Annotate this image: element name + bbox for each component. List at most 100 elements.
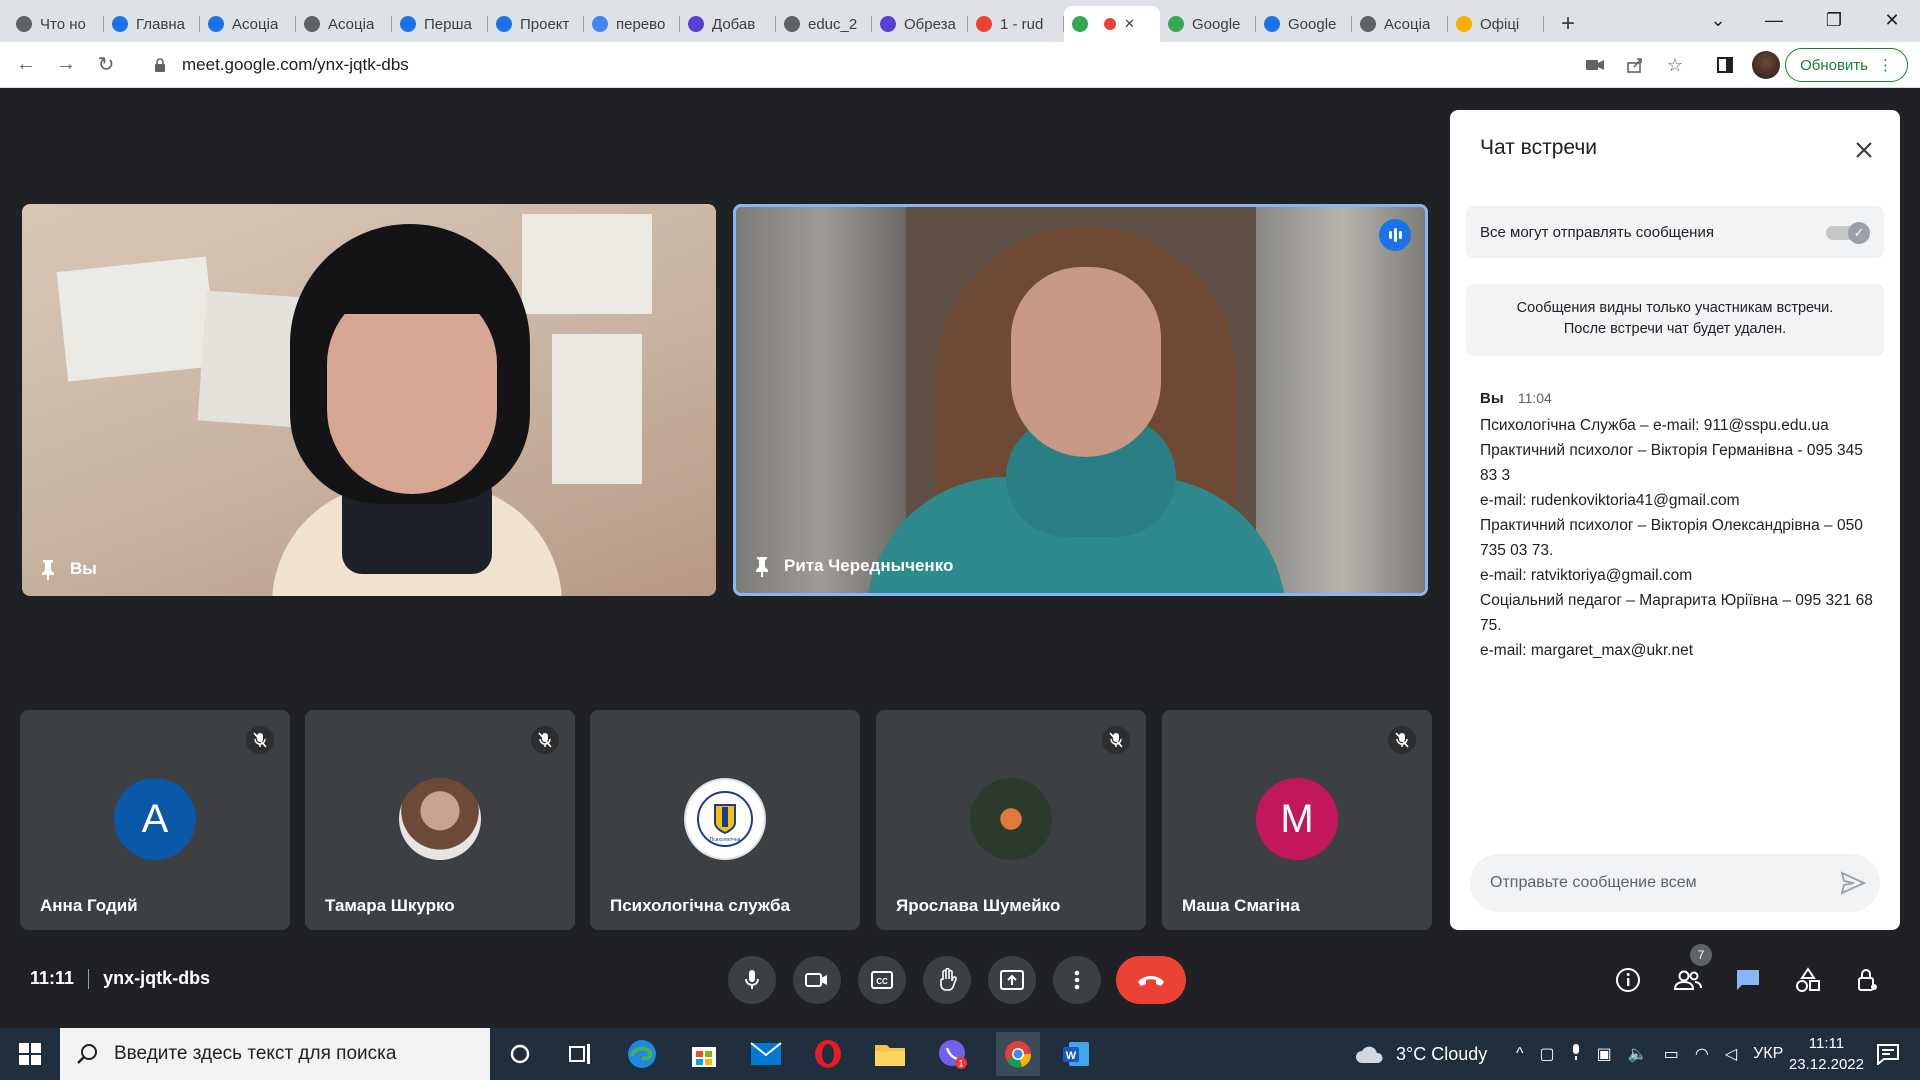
leave-call-button[interactable] bbox=[1116, 956, 1186, 1004]
chat-message-input[interactable]: Отправьте сообщение всем bbox=[1470, 854, 1880, 912]
pin-icon[interactable] bbox=[40, 558, 56, 580]
browser-tab[interactable]: Асоціа bbox=[296, 6, 392, 42]
forward-icon[interactable]: → bbox=[46, 45, 86, 85]
browser-tab[interactable]: перево bbox=[584, 6, 680, 42]
participant-tile[interactable]: Тамара Шкурко bbox=[305, 710, 575, 930]
weather-widget[interactable]: 3°C Cloudy bbox=[1354, 1028, 1487, 1080]
chat-panel: Чат встречи Все могут отправлять сообщен… bbox=[1450, 110, 1900, 930]
bookmark-star-icon[interactable]: ☆ bbox=[1660, 50, 1690, 80]
microphone-tray-icon[interactable] bbox=[1571, 1043, 1581, 1065]
browser-tab[interactable]: Асоціа bbox=[1352, 6, 1448, 42]
browser-tab[interactable]: Google bbox=[1256, 6, 1352, 42]
chrome-browser-icon[interactable] bbox=[996, 1032, 1040, 1076]
video-tile-active-speaker[interactable]: Рита Чередныченко bbox=[733, 204, 1428, 596]
task-view-icon[interactable] bbox=[562, 1036, 598, 1072]
tab-title: Главна bbox=[136, 15, 185, 33]
back-icon[interactable]: ← bbox=[6, 45, 46, 85]
participant-tile[interactable]: M Маша Смагіна bbox=[1162, 710, 1432, 930]
closed-captions-icon: CC bbox=[871, 971, 893, 989]
browser-tab[interactable]: educ_2 bbox=[776, 6, 872, 42]
close-icon[interactable] bbox=[1848, 134, 1880, 166]
chat-button[interactable] bbox=[1726, 958, 1770, 1002]
show-hidden-icons-chevron-icon[interactable]: ^ bbox=[1516, 1045, 1524, 1063]
browser-tab[interactable]: Главна bbox=[104, 6, 200, 42]
meeting-details-button[interactable] bbox=[1606, 958, 1650, 1002]
present-screen-button[interactable] bbox=[988, 956, 1036, 1004]
viber-icon[interactable]: 1 bbox=[934, 1036, 970, 1072]
volume-icon[interactable]: 🔈 bbox=[1628, 1044, 1648, 1064]
taskbar-clock[interactable]: 11:11 23.12.2022 bbox=[1789, 1033, 1864, 1075]
profile-avatar[interactable] bbox=[1752, 51, 1780, 79]
message-line: e-mail: rudenkoviktoria41@gmail.com bbox=[1480, 492, 1740, 509]
browser-tab[interactable]: ✕ bbox=[1064, 6, 1160, 42]
share-icon[interactable] bbox=[1620, 50, 1650, 80]
reload-icon[interactable]: ↻ bbox=[86, 45, 126, 85]
raise-hand-button[interactable] bbox=[923, 956, 971, 1004]
microphone-button[interactable] bbox=[728, 956, 776, 1004]
address-bar[interactable]: meet.google.com/ynx-jqtk-dbs bbox=[140, 46, 1560, 84]
new-tab-button[interactable]: + bbox=[1550, 6, 1586, 42]
participant-tile[interactable]: Психологічна Психологічна служба bbox=[590, 710, 860, 930]
camera-button[interactable] bbox=[793, 956, 841, 1004]
hand-icon bbox=[940, 968, 957, 991]
notifications-icon[interactable] bbox=[1870, 1036, 1906, 1072]
send-icon[interactable] bbox=[1840, 871, 1866, 895]
minimize-button[interactable]: — bbox=[1746, 0, 1802, 40]
edge-browser-icon[interactable] bbox=[624, 1036, 660, 1072]
browser-tab[interactable]: Асоціа bbox=[200, 6, 296, 42]
divider bbox=[88, 968, 90, 989]
svg-text:W: W bbox=[1066, 1050, 1077, 1062]
tab-favicon-icon bbox=[304, 16, 320, 32]
participant-tile[interactable]: Ярослава Шумейко bbox=[876, 710, 1146, 930]
browser-tab[interactable]: Обреза bbox=[872, 6, 968, 42]
input-language[interactable]: УКР bbox=[1753, 1045, 1783, 1063]
video-tile-self[interactable]: Вы bbox=[22, 204, 716, 596]
tab-title: Офіці bbox=[1480, 15, 1520, 33]
message-line: e-mail: margaret_max@ukr.net bbox=[1480, 642, 1694, 659]
info-icon bbox=[1616, 968, 1640, 992]
activities-button[interactable] bbox=[1786, 958, 1830, 1002]
mic-off-icon bbox=[1102, 726, 1130, 754]
pin-icon[interactable] bbox=[754, 555, 770, 577]
close-tab-icon[interactable]: ✕ bbox=[1124, 16, 1135, 32]
browser-tab[interactable]: 1 - rud bbox=[968, 6, 1064, 42]
update-button[interactable]: Обновить ⋮ bbox=[1785, 48, 1908, 82]
browser-tab[interactable]: Офіці bbox=[1448, 6, 1544, 42]
cortana-icon[interactable] bbox=[502, 1036, 538, 1072]
mail-icon[interactable] bbox=[748, 1036, 784, 1072]
more-options-button[interactable] bbox=[1053, 956, 1101, 1004]
system-tray: ^ ▢ ▣ 🔈 ▭ ◠ ◁ УКР bbox=[1516, 1028, 1783, 1080]
browser-tab[interactable]: Проект bbox=[488, 6, 584, 42]
microsoft-store-icon[interactable] bbox=[686, 1036, 722, 1072]
wall-poster bbox=[552, 334, 642, 484]
tab-search-chevron-icon[interactable]: ⌄ bbox=[1690, 0, 1746, 40]
present-to-all-icon bbox=[1000, 970, 1024, 990]
message-line: Практичний психолог – Вікторія Германівн… bbox=[1480, 442, 1863, 484]
opera-browser-icon[interactable] bbox=[810, 1036, 846, 1072]
file-explorer-icon[interactable] bbox=[872, 1036, 908, 1072]
network-monitor-icon[interactable]: ▣ bbox=[1597, 1044, 1612, 1064]
side-panel-icon[interactable] bbox=[1710, 50, 1740, 80]
taskbar-search-box[interactable]: Введите здесь текст для поиска bbox=[60, 1028, 490, 1080]
battery-icon[interactable]: ▭ bbox=[1664, 1044, 1679, 1064]
browser-tab[interactable]: Что но bbox=[8, 6, 104, 42]
camera-in-use-icon[interactable] bbox=[1580, 50, 1610, 80]
captions-button[interactable]: CC bbox=[858, 956, 906, 1004]
meeting-info: 11:11 ynx-jqtk-dbs bbox=[30, 968, 210, 989]
browser-tab[interactable]: Перша bbox=[392, 6, 488, 42]
participant-tile[interactable]: A Анна Годий bbox=[20, 710, 290, 930]
host-controls-button[interactable] bbox=[1846, 958, 1890, 1002]
speaker-icon[interactable]: ◁ bbox=[1725, 1044, 1737, 1064]
browser-tab[interactable]: Google bbox=[1160, 6, 1256, 42]
message-line: Соціальний педагог – Маргарита Юріївна –… bbox=[1480, 592, 1873, 634]
participant-name: Ярослава Шумейко bbox=[896, 896, 1061, 915]
word-icon[interactable]: W bbox=[1058, 1036, 1094, 1072]
battery-device-icon[interactable]: ▢ bbox=[1540, 1044, 1555, 1064]
allow-messages-toggle[interactable]: ✓ bbox=[1826, 222, 1870, 244]
windows-start-icon[interactable] bbox=[12, 1036, 48, 1072]
wifi-icon[interactable]: ◠ bbox=[1695, 1044, 1709, 1064]
browser-tabstrip: Что но Главна Асоціа Асоціа Перша Проект перев… bbox=[0, 0, 1920, 42]
browser-tab[interactable]: Добав bbox=[680, 6, 776, 42]
close-window-button[interactable]: ✕ bbox=[1864, 0, 1920, 40]
maximize-button[interactable]: ❐ bbox=[1806, 0, 1862, 40]
